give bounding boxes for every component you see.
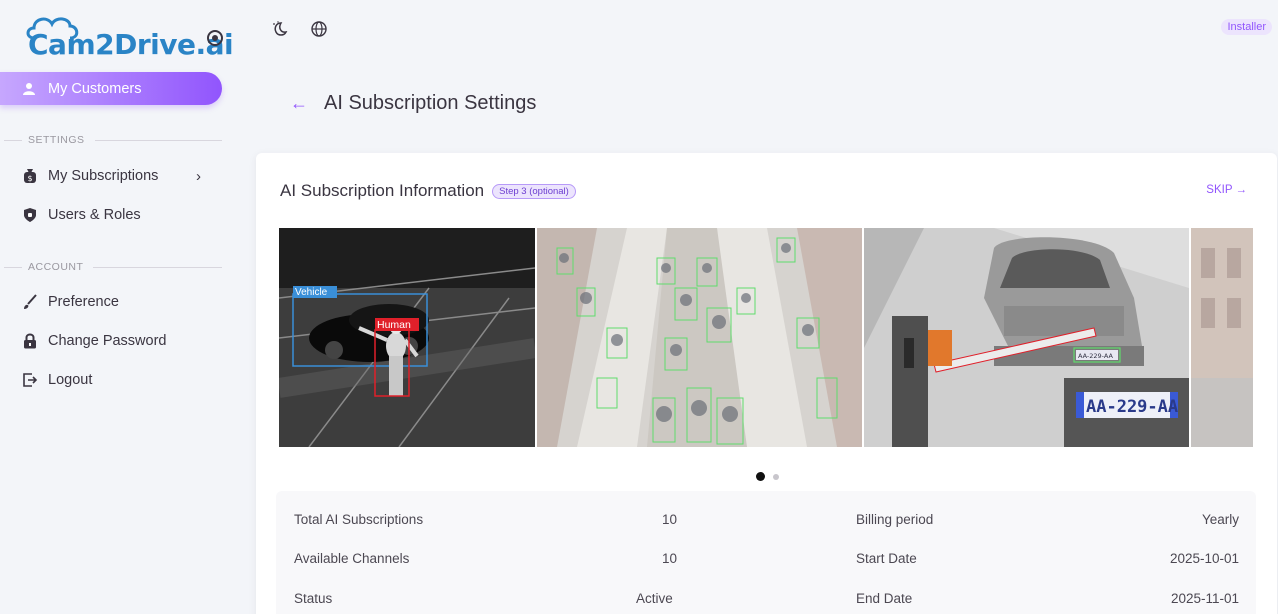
subscription-info-panel: Total AI Subscriptions 10 Billing period… [276,491,1256,614]
plate-small-label: AA-229-AA [1078,352,1114,360]
shield-icon [22,207,38,223]
page-title: AI Subscription Settings [324,92,537,114]
plate-large-label: AA-229-AA [1086,397,1178,417]
logo-text: Cam2Drive.ai [28,28,234,61]
carousel-dots [756,472,779,481]
status-value: Active [636,591,673,606]
step-badge: Step 3 (optional) [492,183,576,199]
money-bag-icon: $ [22,168,38,184]
card-title: AI Subscription Information Step 3 (opti… [280,181,576,201]
sidebar-item-label: My Customers [48,80,142,97]
slide-street-peek [1191,228,1253,447]
info-value: 10 [662,551,678,566]
section-label: ACCOUNT [28,261,84,273]
lock-icon [22,333,38,349]
vehicle-label: Vehicle [295,287,328,298]
radio-pin-icon[interactable] [207,30,223,46]
logout-icon [22,372,38,388]
sidebar: Cam2Drive.ai My Customers SETTINGS $ My … [0,0,234,614]
sidebar-item-label: Change Password [48,333,167,349]
info-label: Billing period [856,512,934,527]
theme-toggle-icon[interactable] [270,20,288,38]
svg-text:$: $ [27,174,32,183]
skip-button[interactable]: SKIP → [1206,184,1247,196]
section-account: ACCOUNT [0,261,222,273]
sidebar-item-label: Users & Roles [48,207,141,223]
info-row: Status Active End Date 2025-11-01 [276,591,1256,611]
carousel-dot-active[interactable] [756,472,765,481]
section-settings: SETTINGS [0,134,222,146]
human-label: Human [377,319,411,331]
sidebar-item-label: Preference [48,294,119,310]
info-label: Total AI Subscriptions [294,512,424,527]
info-value: 10 [662,512,678,527]
info-label: Start Date [856,551,917,566]
slide-license-plate: AA-229-AA AA-229-AA [864,228,1189,447]
sidebar-item-my-customers[interactable]: My Customers [0,72,222,105]
info-label: Available Channels [294,551,410,566]
street-image [1191,228,1253,447]
card-title-text: AI Subscription Information [280,181,485,200]
sidebar-item-label: My Subscriptions [48,168,159,184]
info-value: 2025-11-01 [1170,591,1239,606]
parking-lot-image: Vehicle Human [279,228,535,447]
slide-store-aisle [537,228,862,447]
sidebar-item-my-subscriptions[interactable]: $ My Subscriptions › [22,163,222,189]
sidebar-item-users-roles[interactable]: Users & Roles [22,202,222,228]
info-value: 2025-10-01 [1169,551,1239,566]
image-carousel[interactable]: Vehicle Human AA-229-AA AA-229-AA [279,228,1253,447]
info-value: Yearly [1201,512,1239,527]
page-header: ← AI Subscription Settings [290,92,536,115]
brand-logo[interactable]: Cam2Drive.ai [20,12,234,66]
info-row: Total AI Subscriptions 10 Billing period… [276,512,1256,532]
store-aisle-image [537,228,862,447]
sidebar-item-logout[interactable]: Logout [22,367,222,393]
license-plate-image: AA-229-AA AA-229-AA [864,228,1189,447]
info-label: Status [294,591,333,606]
role-badge: Installer [1221,19,1272,35]
slide-vehicle-human: Vehicle Human [279,228,535,447]
user-icon [22,82,36,96]
carousel-dot[interactable] [773,473,779,480]
subscription-card: AI Subscription Information Step 3 (opti… [256,153,1277,614]
sidebar-item-label: Logout [48,372,93,388]
brush-icon [22,294,38,310]
chevron-right-icon: › [196,167,201,185]
section-label: SETTINGS [28,134,85,146]
sidebar-item-change-password[interactable]: Change Password [22,328,222,354]
info-row: Available Channels 10 Start Date 2025-10… [276,551,1256,571]
globe-icon[interactable] [310,20,328,38]
info-label: End Date [856,591,913,606]
sidebar-item-preference[interactable]: Preference [22,289,222,315]
back-arrow-icon[interactable]: ← [290,93,308,114]
